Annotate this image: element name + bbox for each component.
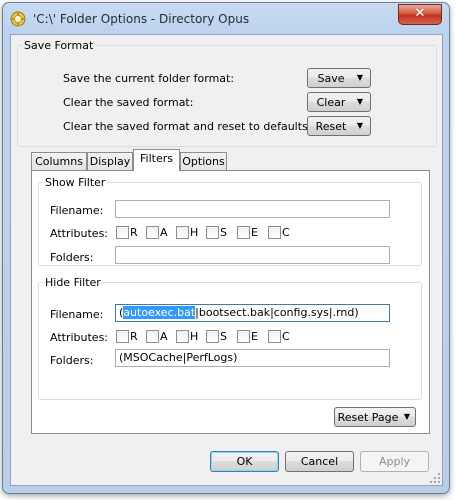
close-icon: ✕	[414, 6, 426, 21]
hide-filename-rest: |bootsect.bak|config.sys|.rnd)	[195, 306, 359, 319]
hide-attr-a-label: A	[160, 330, 168, 343]
clear-button-label: Clear	[316, 96, 346, 109]
hide-filter-heading: Hide Filter	[45, 276, 101, 289]
save-current-format-label: Save the current folder format:	[63, 72, 235, 85]
show-attr-r-checkbox[interactable]	[116, 226, 129, 239]
show-folders-input[interactable]	[115, 246, 390, 264]
hide-attr-r-checkbox[interactable]	[116, 330, 129, 343]
clear-button[interactable]: Clear ▼	[307, 92, 371, 112]
hide-folders-label: Folders:	[50, 354, 94, 367]
show-attr-c-label: C	[282, 226, 290, 239]
show-attr-h-checkbox[interactable]	[176, 226, 189, 239]
directory-opus-icon	[10, 11, 26, 27]
reset-page-button[interactable]: Reset Page ▼	[334, 407, 416, 427]
filters-panel: Show Filter Filename: Attributes: R A H …	[31, 170, 430, 434]
show-filename-label: Filename:	[50, 204, 104, 217]
dialog-body: Save Format Save the current folder form…	[10, 34, 443, 486]
window-title: 'C:\' Folder Options - Directory Opus	[33, 12, 250, 26]
show-attr-e-label: E	[251, 226, 258, 239]
show-filename-input[interactable]	[115, 200, 390, 218]
hide-attr-h-checkbox[interactable]	[176, 330, 189, 343]
reset-button[interactable]: Reset ▼	[307, 116, 371, 136]
hide-attr-s-label: S	[220, 330, 227, 343]
resize-grip-icon[interactable]	[430, 473, 440, 483]
show-attr-a-checkbox[interactable]	[146, 226, 159, 239]
show-attr-a-label: A	[160, 226, 168, 239]
title-bar[interactable]: 'C:\' Folder Options - Directory Opus ✕	[3, 3, 449, 33]
save-button[interactable]: Save ▼	[307, 68, 371, 88]
tab-columns[interactable]: Columns	[31, 152, 87, 171]
hide-attr-c-checkbox[interactable]	[268, 330, 281, 343]
save-format-heading: Save Format	[24, 39, 94, 52]
tab-filters[interactable]: Filters	[133, 149, 180, 171]
hide-attr-h-label: H	[190, 330, 199, 343]
hide-attr-s-checkbox[interactable]	[206, 330, 219, 343]
save-button-label: Save	[317, 72, 345, 85]
clear-format-label: Clear the saved format:	[63, 96, 194, 109]
show-attr-h-label: H	[190, 226, 199, 239]
reset-button-label: Reset	[315, 120, 347, 133]
hide-attr-e-label: E	[251, 330, 258, 343]
chevron-down-icon: ▼	[403, 412, 410, 421]
show-attr-s-label: S	[220, 226, 227, 239]
show-filter-heading: Show Filter	[45, 176, 106, 189]
close-button[interactable]: ✕	[398, 4, 442, 25]
show-folders-label: Folders:	[50, 251, 94, 264]
hide-attributes-label: Attributes:	[50, 331, 109, 344]
hide-folders-input[interactable]: (MSOCache|PerfLogs)	[115, 349, 390, 367]
hide-filename-selected-text: autoexec.bat	[123, 306, 196, 319]
show-attr-c-checkbox[interactable]	[268, 226, 281, 239]
apply-button[interactable]: Apply	[360, 451, 429, 472]
hide-attr-c-label: C	[282, 330, 290, 343]
reset-format-label: Clear the saved format and reset to defa…	[63, 120, 312, 133]
ok-button[interactable]: OK	[210, 451, 279, 472]
hide-attr-e-checkbox[interactable]	[237, 330, 250, 343]
hide-filename-input[interactable]: (autoexec.bat|bootsect.bak|config.sys|.r…	[115, 304, 390, 322]
show-attr-r-label: R	[130, 226, 138, 239]
chevron-down-icon: ▼	[356, 121, 363, 130]
folder-options-window: 'C:\' Folder Options - Directory Opus ✕ …	[2, 2, 450, 494]
chevron-down-icon: ▼	[356, 73, 363, 82]
cancel-button[interactable]: Cancel	[285, 451, 354, 472]
reset-page-button-label: Reset Page	[337, 411, 399, 424]
hide-attr-a-checkbox[interactable]	[146, 330, 159, 343]
tab-display[interactable]: Display	[87, 152, 133, 171]
chevron-down-icon: ▼	[356, 97, 363, 106]
show-attr-e-checkbox[interactable]	[237, 226, 250, 239]
hide-filename-label: Filename:	[50, 308, 104, 321]
hide-attr-r-label: R	[130, 330, 138, 343]
show-attr-s-checkbox[interactable]	[206, 226, 219, 239]
show-attributes-label: Attributes:	[50, 227, 109, 240]
tab-options[interactable]: Options	[180, 152, 227, 171]
